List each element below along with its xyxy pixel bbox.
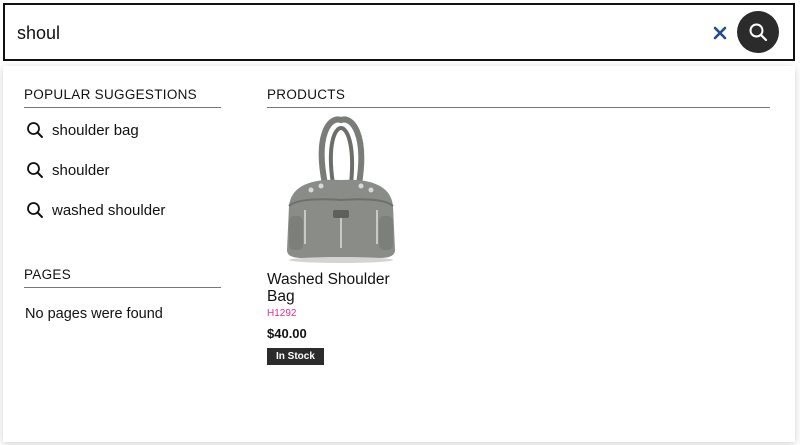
suggestion-label: shoulder (52, 161, 110, 179)
product-image (287, 116, 395, 263)
suggestion-item-washed-shoulder[interactable]: washed shoulder (26, 198, 165, 222)
search-suggestions-dropdown: POPULAR SUGGESTIONS shoulder bag shoulde… (3, 66, 795, 442)
search-icon (27, 202, 43, 218)
search-icon (749, 23, 768, 42)
suggestion-label: washed shoulder (52, 201, 166, 219)
clear-search-button[interactable] (708, 21, 732, 45)
search-button[interactable] (737, 11, 779, 53)
search-icon (27, 162, 43, 178)
suggestion-item-shoulder[interactable]: shoulder (26, 158, 110, 182)
close-icon (713, 26, 727, 40)
pages-heading: PAGES (24, 267, 221, 288)
stock-status-badge: In Stock (267, 348, 324, 365)
product-name[interactable]: Washed Shoulder Bag (267, 271, 407, 305)
suggestion-label: shoulder bag (52, 121, 139, 139)
search-icon (27, 122, 43, 138)
suggestion-item-shoulder-bag[interactable]: shoulder bag (26, 118, 139, 142)
product-price: $40.00 (267, 326, 307, 341)
search-bar (3, 3, 795, 61)
search-input[interactable] (17, 13, 677, 53)
popular-suggestions-heading: POPULAR SUGGESTIONS (24, 87, 221, 108)
no-pages-message: No pages were found (25, 306, 163, 322)
product-sku: H1292 (267, 308, 297, 319)
products-heading: PRODUCTS (267, 87, 770, 108)
